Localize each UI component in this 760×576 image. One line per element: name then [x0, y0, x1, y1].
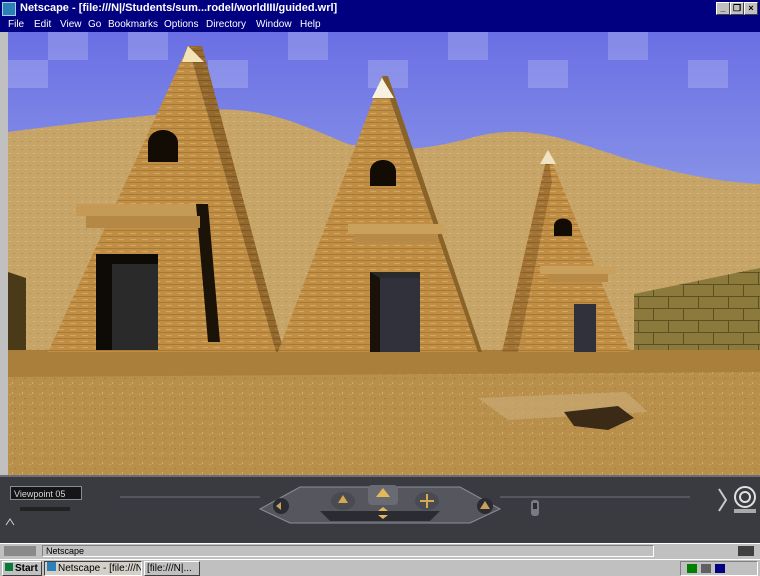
windows-logo-icon [5, 563, 13, 571]
network-icon[interactable] [687, 564, 697, 573]
netscape-icon [47, 562, 56, 571]
taskbar-netscape-button[interactable]: Netscape - [file:///N|... [44, 561, 142, 576]
menu-window[interactable]: Window [256, 19, 292, 30]
menu-options[interactable]: Options [164, 19, 198, 30]
mail-icon[interactable] [738, 546, 754, 556]
cosmo-logo-icon [732, 483, 758, 518]
taskbar: Start Netscape - [file:///N|... [file://… [0, 559, 760, 576]
speaker-icon[interactable] [701, 564, 711, 573]
menu-help[interactable]: Help [300, 19, 321, 30]
taskbar-item-label: Netscape - [file:///N|... [58, 563, 142, 574]
maximize-button[interactable]: ❐ [730, 2, 744, 15]
close-button[interactable]: × [744, 2, 758, 15]
title-bar[interactable]: Netscape - [file:///N|/Students/sum...ro… [0, 0, 760, 18]
system-tray [680, 561, 758, 576]
menu-go[interactable]: Go [88, 19, 101, 30]
minimize-button[interactable]: _ [716, 2, 730, 15]
menu-bookmarks[interactable]: Bookmarks [108, 19, 158, 30]
menu-directory[interactable]: Directory [206, 19, 246, 30]
status-text: Netscape [42, 545, 654, 557]
start-button[interactable]: Start [2, 561, 42, 576]
menu-view[interactable]: View [60, 19, 82, 30]
tilt-icon[interactable] [474, 497, 496, 518]
vrml-viewport[interactable] [8, 32, 760, 475]
menu-bar: File Edit View Go Bookmarks Options Dire… [0, 18, 760, 32]
scroll-left-icon[interactable] [270, 497, 292, 518]
menu-edit[interactable]: Edit [34, 19, 51, 30]
taskbar-item-file[interactable]: [file:///N|... [144, 561, 200, 576]
security-icon [4, 546, 36, 556]
window-title: Netscape - [file:///N|/Students/sum...ro… [20, 2, 338, 14]
netscape-icon[interactable] [2, 2, 16, 16]
taskbar-item-label: [file:///N|... [147, 563, 192, 574]
tray-app-icon[interactable] [715, 564, 725, 573]
pyramid-scene [8, 32, 760, 475]
left-shadow-wall [8, 272, 26, 350]
walk-icon[interactable] [366, 483, 400, 524]
scroll-right-icon[interactable] [716, 485, 730, 518]
slide-icon[interactable] [414, 489, 440, 516]
cosmo-nav-panel: Viewpoint 05 [0, 475, 760, 543]
turn-icon[interactable] [330, 489, 356, 516]
status-bar: Netscape [0, 543, 760, 559]
view-icon[interactable] [526, 497, 544, 522]
viewpoint-label[interactable]: Viewpoint 05 [10, 486, 82, 500]
start-label: Start [15, 563, 38, 574]
menu-file[interactable]: File [8, 19, 24, 30]
